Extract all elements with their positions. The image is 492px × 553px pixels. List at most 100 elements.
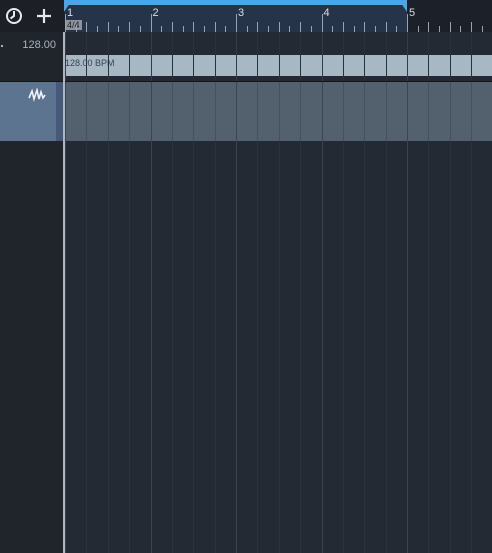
grid-beat-line — [257, 32, 258, 81]
grid-beat-line — [471, 82, 472, 141]
grid-beat-line — [343, 141, 344, 553]
loop-bar[interactable] — [65, 0, 407, 5]
tempo-value[interactable]: 128.00 — [22, 39, 56, 51]
ruler-tick — [129, 22, 130, 32]
audio-track-lane[interactable] — [64, 82, 492, 141]
grid-beat-line — [172, 82, 173, 141]
ruler-tick — [172, 22, 173, 32]
grid-beat-line — [215, 32, 216, 81]
grid-beat-line — [86, 32, 87, 81]
ruler-tick — [151, 14, 152, 32]
ruler-bar-number: 4 — [323, 7, 330, 19]
grid-bar-line — [322, 141, 323, 553]
ruler-tick — [343, 22, 344, 32]
grid-beat-line — [343, 32, 344, 81]
grid-beat-line — [215, 82, 216, 141]
grid-beat-line — [279, 82, 280, 141]
add-track-button[interactable] — [34, 6, 54, 26]
grid-beat-line — [172, 141, 173, 553]
ruler-tick — [364, 22, 365, 32]
grid-bar-line — [65, 32, 66, 81]
grid-beat-line — [364, 141, 365, 553]
ruler-bar-number: 5 — [409, 7, 416, 19]
grid-beat-line — [129, 141, 130, 553]
ruler-tick — [193, 22, 194, 32]
grid-beat-line — [364, 82, 365, 141]
grid-bar-line — [65, 82, 66, 141]
grid-bar-line — [407, 141, 408, 553]
grid-beat-line — [108, 141, 109, 553]
tempo-lane[interactable]: 128.00 BPM — [64, 32, 492, 82]
grid-beat-line — [343, 82, 344, 141]
grid-beat-line — [193, 82, 194, 141]
grid-bar-line — [322, 82, 323, 141]
ruler-bar-number: 1 — [67, 7, 74, 19]
ruler-tick — [279, 22, 280, 32]
grid-bar-line — [236, 32, 237, 81]
ruler-tick — [108, 22, 109, 32]
ruler-tick — [407, 14, 408, 32]
ruler-tick — [322, 14, 323, 32]
grid-bar-line — [236, 141, 237, 553]
ruler-tick — [428, 22, 429, 32]
grid-beat-line — [471, 141, 472, 553]
grid-beat-line — [386, 141, 387, 553]
loop-end-marker[interactable] — [399, 0, 407, 14]
grid-beat-line — [428, 82, 429, 141]
ruler-tick — [300, 22, 301, 32]
grid-beat-line — [108, 32, 109, 81]
grid-beat-line — [172, 32, 173, 81]
grid-beat-line — [450, 141, 451, 553]
grid-beat-line — [193, 141, 194, 553]
grid-beat-line — [129, 32, 130, 81]
track-divider[interactable] — [63, 32, 65, 553]
grid-beat-line — [279, 32, 280, 81]
grid-beat-line — [386, 32, 387, 81]
ruler-tick — [471, 22, 472, 32]
ruler-tick — [215, 22, 216, 32]
grid-beat-line — [300, 82, 301, 141]
grid-beat-line — [364, 32, 365, 81]
grid-bar-line — [322, 32, 323, 81]
ruler-tick — [257, 22, 258, 32]
grid-beat-line — [193, 32, 194, 81]
grid-beat-line — [471, 32, 472, 81]
grid-beat-line — [300, 141, 301, 553]
grid-beat-line — [86, 82, 87, 141]
clock-icon[interactable] — [4, 6, 24, 26]
ruler-bar-number: 3 — [238, 7, 245, 19]
grid-beat-line — [428, 32, 429, 81]
ruler-bar-number: 2 — [152, 7, 159, 19]
grid-beat-line — [386, 82, 387, 141]
grid-bar-line — [236, 82, 237, 141]
ruler-tick — [386, 22, 387, 32]
grid-beat-line — [279, 141, 280, 553]
grid-beat-line — [300, 32, 301, 81]
grid-beat-line — [450, 82, 451, 141]
timeline-ruler[interactable]: 4/4 1 2 3 4 5 — [64, 0, 492, 32]
grid-bar-line — [407, 82, 408, 141]
grid-bar-line — [151, 32, 152, 81]
grid-beat-line — [129, 82, 130, 141]
track-list-empty-area[interactable] — [0, 141, 64, 553]
grid-beat-line — [108, 82, 109, 141]
tempo-dot — [1, 45, 3, 47]
waveform-icon — [28, 88, 46, 102]
grid-beat-line — [215, 141, 216, 553]
grid-bar-line — [151, 141, 152, 553]
grid-beat-line — [257, 141, 258, 553]
grid-beat-line — [450, 32, 451, 81]
arrange-area[interactable] — [64, 141, 492, 553]
ruler-tick — [65, 14, 66, 32]
tempo-track-header[interactable]: 128.00 — [0, 32, 64, 82]
grid-beat-line — [428, 141, 429, 553]
ruler-tick — [450, 22, 451, 32]
ruler-tick — [236, 14, 237, 32]
grid-beat-line — [86, 141, 87, 553]
ruler-tick — [86, 22, 87, 32]
time-signature-badge[interactable]: 4/4 — [65, 20, 82, 30]
grid-beat-line — [257, 82, 258, 141]
grid-bar-line — [407, 32, 408, 81]
grid-bar-line — [65, 141, 66, 553]
grid-bar-line — [151, 82, 152, 141]
